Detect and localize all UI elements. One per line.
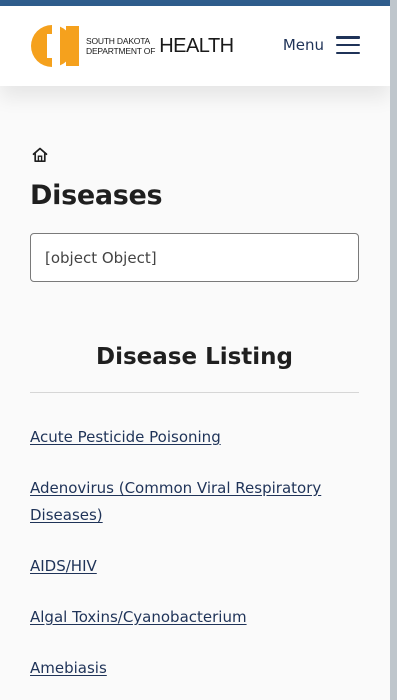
logo-state-text: SOUTH DAKOTA — [86, 36, 151, 46]
page-title: Diseases — [30, 180, 163, 211]
disease-link-acute-pesticide-poisoning[interactable]: Acute Pesticide Poisoning — [30, 428, 221, 446]
disease-link-amebiasis[interactable]: Amebiasis — [30, 659, 107, 677]
hamburger-line — [336, 36, 360, 39]
disease-list: Acute Pesticide Poisoning Adenovirus (Co… — [30, 424, 359, 700]
list-item: Amebiasis — [30, 655, 359, 682]
site-header: SOUTH DAKOTA DEPARTMENT OF HEALTH Menu — [0, 6, 390, 86]
disease-link-adenovirus[interactable]: Adenovirus (Common Viral Respiratory Dis… — [30, 479, 321, 524]
list-item: Algal Toxins/Cyanobacterium — [30, 604, 359, 631]
logo-department-text: DEPARTMENT OF — [86, 46, 156, 56]
disease-link-aids-hiv[interactable]: AIDS/HIV — [30, 557, 97, 575]
disease-link-algal-toxins[interactable]: Algal Toxins/Cyanobacterium — [30, 608, 247, 626]
list-item: AIDS/HIV — [30, 553, 359, 580]
page-scroll-edge — [390, 0, 397, 700]
menu-button[interactable]: Menu — [283, 36, 360, 54]
logo-health-text: HEALTH — [159, 35, 234, 57]
home-icon[interactable] — [31, 146, 49, 164]
site-logo[interactable]: SOUTH DAKOTA DEPARTMENT OF HEALTH — [30, 24, 234, 68]
list-item: Acute Pesticide Poisoning — [30, 424, 359, 451]
list-item: Adenovirus (Common Viral Respiratory Dis… — [30, 475, 359, 529]
logo-subtitle: SOUTH DAKOTA DEPARTMENT OF — [86, 36, 155, 56]
sd-health-logo-icon — [31, 24, 79, 68]
disease-search-input[interactable] — [43, 247, 346, 268]
page-viewport: SOUTH DAKOTA DEPARTMENT OF HEALTH Menu D… — [0, 0, 390, 700]
hamburger-line — [336, 51, 360, 54]
menu-label: Menu — [282, 36, 324, 54]
hamburger-line — [336, 43, 360, 47]
disease-search-field[interactable] — [30, 233, 359, 282]
disease-listing-heading: Disease Listing — [95, 344, 294, 370]
section-divider — [30, 392, 359, 393]
logo-wordmark: SOUTH DAKOTA DEPARTMENT OF HEALTH — [86, 36, 234, 56]
hamburger-icon — [336, 36, 360, 54]
